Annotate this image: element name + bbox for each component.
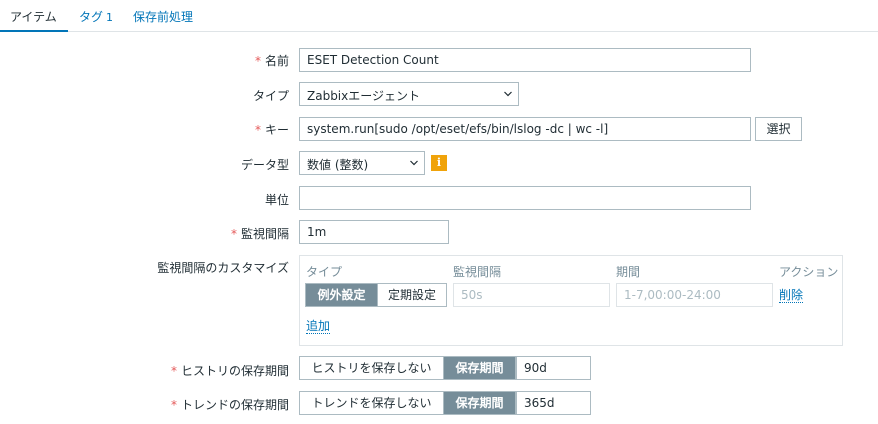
- scheduling-option[interactable]: 定期設定: [377, 284, 446, 306]
- tab-bar: アイテム タグ 1 保存前処理: [0, 0, 878, 32]
- required-marker: *: [254, 54, 261, 68]
- history-input[interactable]: 90d: [516, 356, 591, 380]
- tab-items[interactable]: アイテム: [0, 8, 68, 32]
- history-label: * ヒストリの保存期間: [170, 364, 289, 378]
- type-label: タイプ: [252, 89, 289, 103]
- tab-tags-count: 1: [106, 11, 114, 24]
- column-header-interval: 監視間隔: [453, 265, 502, 279]
- data-type-select-value: 数値 (整数): [307, 158, 369, 172]
- type-select-value: Zabbixエージェント: [307, 89, 421, 103]
- units-label: 単位: [264, 193, 289, 207]
- key-select-button[interactable]: 選択: [755, 117, 802, 141]
- interval-input[interactable]: 1m: [299, 220, 449, 244]
- history-toggle: ヒストリを保存しない 保存期間: [299, 356, 516, 380]
- info-icon[interactable]: i: [431, 155, 447, 171]
- column-header-period: 期間: [616, 265, 641, 279]
- trends-input[interactable]: 365d: [516, 391, 591, 415]
- key-input[interactable]: system.run[sudo /opt/eset/efs/bin/lslog …: [299, 117, 751, 141]
- history-no-store-option[interactable]: ヒストリを保存しない: [300, 357, 443, 379]
- custom-intervals-table: タイプ 監視間隔 期間 アクション 例外設定 定期設定 50s 1-7,00:0…: [299, 255, 843, 346]
- chevron-down-icon: [410, 160, 418, 166]
- key-label: * キー: [254, 123, 289, 137]
- tab-preprocessing[interactable]: 保存前処理: [133, 8, 193, 32]
- data-type-select[interactable]: 数値 (整数): [299, 151, 425, 175]
- tab-tags-label: タグ: [79, 10, 104, 24]
- chevron-down-icon: [504, 91, 512, 97]
- trends-store-option[interactable]: 保存期間: [443, 392, 515, 414]
- tab-items-label: アイテム: [10, 10, 57, 24]
- required-marker: *: [254, 123, 261, 137]
- custom-period-input[interactable]: 1-7,00:00-24:00: [616, 283, 773, 307]
- remove-link[interactable]: 削除: [779, 288, 804, 303]
- trends-toggle: トレンドを保存しない 保存期間: [299, 391, 516, 415]
- trends-label: * トレンドの保存期間: [170, 398, 289, 412]
- trends-no-store-option[interactable]: トレンドを保存しない: [300, 392, 443, 414]
- data-type-label: データ型: [240, 158, 289, 172]
- column-header-type: タイプ: [306, 265, 343, 279]
- custom-interval-input[interactable]: 50s: [453, 283, 610, 307]
- tab-preprocessing-label: 保存前処理: [133, 10, 194, 24]
- name-input[interactable]: ESET Detection Count: [299, 48, 751, 72]
- required-marker: *: [170, 364, 177, 378]
- flexible-option[interactable]: 例外設定: [306, 284, 377, 306]
- add-link[interactable]: 追加: [306, 319, 331, 334]
- name-label: * 名前: [254, 54, 289, 68]
- history-store-option[interactable]: 保存期間: [443, 357, 515, 379]
- column-header-action: アクション: [779, 265, 839, 279]
- required-marker: *: [170, 398, 177, 412]
- required-marker: *: [230, 227, 237, 241]
- tab-tags[interactable]: タグ 1: [79, 8, 113, 32]
- interval-label: * 監視間隔: [230, 227, 289, 241]
- type-select[interactable]: Zabbixエージェント: [299, 82, 519, 106]
- interval-type-toggle: 例外設定 定期設定: [305, 283, 447, 307]
- custom-intervals-label: 監視間隔のカスタマイズ: [157, 261, 289, 275]
- units-input[interactable]: [299, 186, 751, 210]
